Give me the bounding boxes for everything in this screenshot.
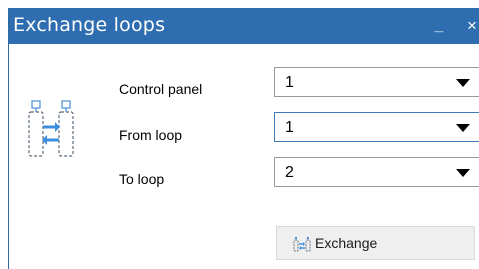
chevron-down-icon[interactable] xyxy=(456,169,470,177)
exchange-button[interactable]: Exchange xyxy=(276,226,475,260)
exchange-button-label: Exchange xyxy=(315,235,378,251)
loop-exchange-icon xyxy=(28,100,74,157)
from-loop-label: From loop xyxy=(119,127,183,143)
from-loop-value: 1 xyxy=(285,119,294,136)
dialog-title: Exchange loops xyxy=(13,14,166,36)
minimize-button[interactable]: _ xyxy=(429,14,449,38)
exchange-small-icon xyxy=(293,237,311,252)
to-loop-select[interactable]: 2 xyxy=(274,157,479,187)
from-loop-select[interactable]: 1 xyxy=(274,112,479,142)
exchange-loops-dialog: Exchange loops _ × Control panel From lo… xyxy=(8,8,479,269)
to-loop-value: 2 xyxy=(285,164,294,181)
control-panel-value: 1 xyxy=(285,74,294,91)
control-panel-select[interactable]: 1 xyxy=(274,67,479,97)
titlebar: Exchange loops _ × xyxy=(9,8,479,44)
chevron-down-icon[interactable] xyxy=(456,79,470,87)
control-panel-label: Control panel xyxy=(119,81,203,97)
to-loop-label: To loop xyxy=(119,171,165,187)
close-button[interactable]: × xyxy=(467,14,479,38)
chevron-down-icon[interactable] xyxy=(456,124,470,132)
